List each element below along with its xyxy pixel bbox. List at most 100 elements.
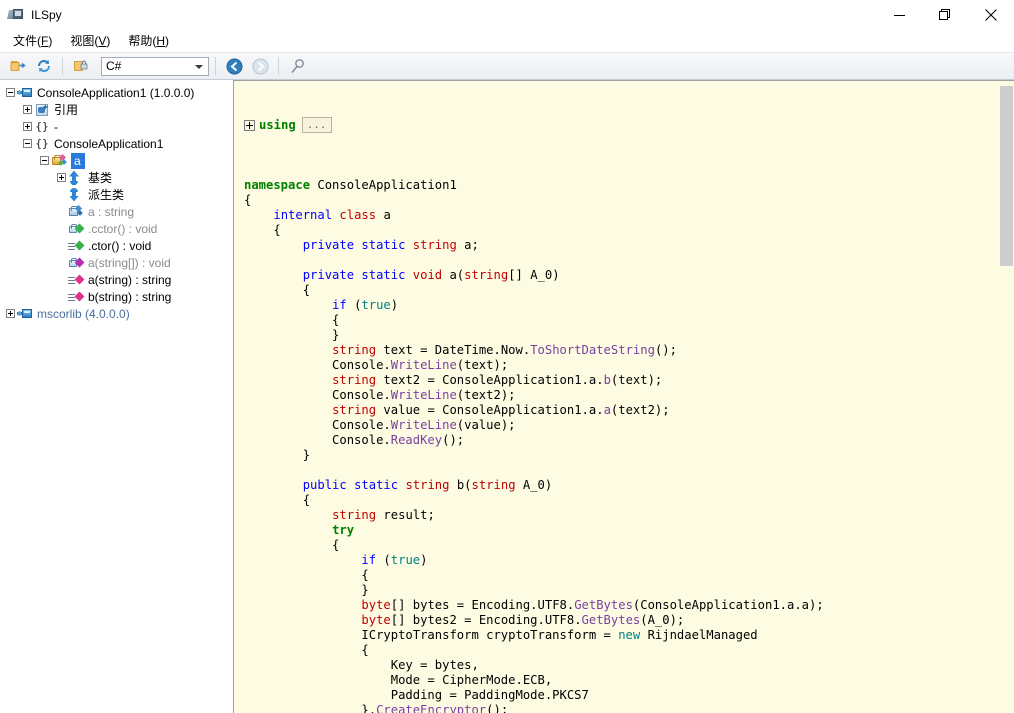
assembly-tree[interactable]: ConsoleApplication1 (1.0.0.0) 引用{} -{} Cons… xyxy=(0,80,226,322)
language-combo[interactable]: C# xyxy=(101,56,209,76)
window-controls xyxy=(876,0,1014,30)
code-token: { xyxy=(244,283,311,297)
decompiler-pane[interactable]: using ... namespace ConsoleApplication1{… xyxy=(233,80,1014,713)
code-token: Console. xyxy=(244,433,391,447)
derived-types-icon xyxy=(68,187,84,203)
tree-node-class-a[interactable]: a xyxy=(0,152,226,169)
code-token: Console. xyxy=(244,418,391,432)
main-split: ConsoleApplication1 (1.0.0.0) 引用{} -{} Cons… xyxy=(0,80,1014,713)
assembly-tree-pane[interactable]: ConsoleApplication1 (1.0.0.0) 引用{} -{} Cons… xyxy=(0,80,226,713)
code-editor[interactable]: using ... namespace ConsoleApplication1{… xyxy=(234,81,999,713)
code-token: (text2); xyxy=(610,403,670,417)
references-icon xyxy=(34,102,50,118)
tree-node-method-a-stringarray-void[interactable]: a(string[]) : void xyxy=(0,254,226,271)
tree-node-label: ConsoleApplication1 (1.0.0.0) xyxy=(37,85,195,100)
search-button[interactable] xyxy=(285,54,309,78)
expand-using-icon[interactable] xyxy=(244,119,255,131)
editor-vertical-scrollbar[interactable] xyxy=(998,81,1014,713)
code-text[interactable]: using ... namespace ConsoleApplication1{… xyxy=(234,81,999,713)
assembly-icon xyxy=(17,85,33,101)
code-token: string xyxy=(471,478,516,492)
title-bar-left: ILSpy xyxy=(0,0,62,30)
field-icon xyxy=(68,204,84,220)
toolbar-separator-3 xyxy=(278,57,279,75)
menu-view[interactable]: 视图(V) xyxy=(61,31,119,52)
code-token: (); xyxy=(486,703,509,713)
code-line: string text2 = ConsoleApplication1.a.b(t… xyxy=(244,373,999,388)
code-token: { xyxy=(244,193,252,207)
code-token: void xyxy=(412,268,450,282)
namespace-icon: {} xyxy=(35,136,49,150)
code-line: byte[] bytes2 = Encoding.UTF8.GetBytes(A… xyxy=(244,613,999,628)
expand-icon[interactable] xyxy=(4,307,17,320)
tree-node-base-types-node[interactable]: 基类 xyxy=(0,169,226,186)
navigate-back-button[interactable] xyxy=(222,54,246,78)
code-token: static xyxy=(354,478,406,492)
maximize-restore-button[interactable] xyxy=(922,0,968,30)
code-token: (); xyxy=(442,433,465,447)
using-fold-line[interactable]: using ... xyxy=(244,117,999,133)
tree-node-method-a-string-string[interactable]: a(string) : string xyxy=(0,271,226,288)
code-token: a( xyxy=(449,268,465,282)
tree-node-method-ctor[interactable]: .ctor() : void xyxy=(0,237,226,254)
code-token: GetBytes xyxy=(581,613,641,627)
expand-icon[interactable] xyxy=(21,103,34,116)
tree-node-namespace-root[interactable]: {} - xyxy=(0,118,226,135)
code-token: { xyxy=(244,568,369,582)
code-token: private xyxy=(302,268,362,282)
code-line: private static string a; xyxy=(244,238,999,253)
code-token: string xyxy=(332,403,377,417)
code-token: try xyxy=(332,523,355,537)
code-token: private xyxy=(302,238,362,252)
close-button[interactable] xyxy=(968,0,1014,30)
menu-file[interactable]: 文件(F) xyxy=(4,31,61,52)
collapsed-usings-placeholder[interactable]: ... xyxy=(301,117,332,133)
menu-view-tail: ) xyxy=(106,33,111,48)
tree-node-references-node[interactable]: 引用 xyxy=(0,101,226,118)
code-line: } xyxy=(244,328,999,343)
tree-node-assembly-mscorlib[interactable]: mscorlib (4.0.0.0) xyxy=(0,305,226,322)
collapse-icon[interactable] xyxy=(4,86,17,99)
code-token: (); xyxy=(654,343,677,357)
expand-icon[interactable] xyxy=(21,120,34,133)
tree-node-assembly-ConsoleApplication1[interactable]: ConsoleApplication1 (1.0.0.0) xyxy=(0,84,226,101)
tree-node-field-a-string[interactable]: a : string xyxy=(0,203,226,220)
code-line: string text = DateTime.Now.ToShortDateSt… xyxy=(244,343,999,358)
menu-bar: 文件(F) 视图(V) 帮助(H) xyxy=(0,30,1014,52)
code-line: public static string b(string A_0) xyxy=(244,478,999,493)
refresh-button[interactable] xyxy=(32,54,56,78)
pane-splitter[interactable] xyxy=(226,80,233,713)
save-code-button[interactable] xyxy=(69,54,93,78)
open-assembly-button[interactable] xyxy=(6,54,30,78)
code-token: { xyxy=(244,223,281,237)
tree-node-derived-types-node[interactable]: 派生类 xyxy=(0,186,226,203)
expand-icon[interactable] xyxy=(55,171,68,184)
tree-node-method-b-string-string[interactable]: b(string) : string xyxy=(0,288,226,305)
code-line: { xyxy=(244,193,999,208)
navigate-forward-button[interactable] xyxy=(248,54,272,78)
tree-node-method-cctor[interactable]: .cctor() : void xyxy=(0,220,226,237)
code-token: string xyxy=(332,373,377,387)
menu-help-accel: H xyxy=(156,33,166,48)
code-token: byte xyxy=(361,613,391,627)
method-public-pink-icon xyxy=(68,272,85,288)
tree-node-namespace-ConsoleApplication1[interactable]: {} ConsoleApplication1 xyxy=(0,135,226,152)
code-lines: namespace ConsoleApplication1{ internal … xyxy=(244,163,999,713)
code-token: ConsoleApplication1 xyxy=(317,178,457,192)
collapse-icon[interactable] xyxy=(21,137,34,150)
collapse-icon[interactable] xyxy=(38,154,51,167)
menu-help[interactable]: 帮助(H) xyxy=(119,31,178,52)
editor-scrollbar-thumb[interactable] xyxy=(1000,86,1013,266)
code-token: string xyxy=(332,343,377,357)
minimize-button[interactable] xyxy=(876,0,922,30)
